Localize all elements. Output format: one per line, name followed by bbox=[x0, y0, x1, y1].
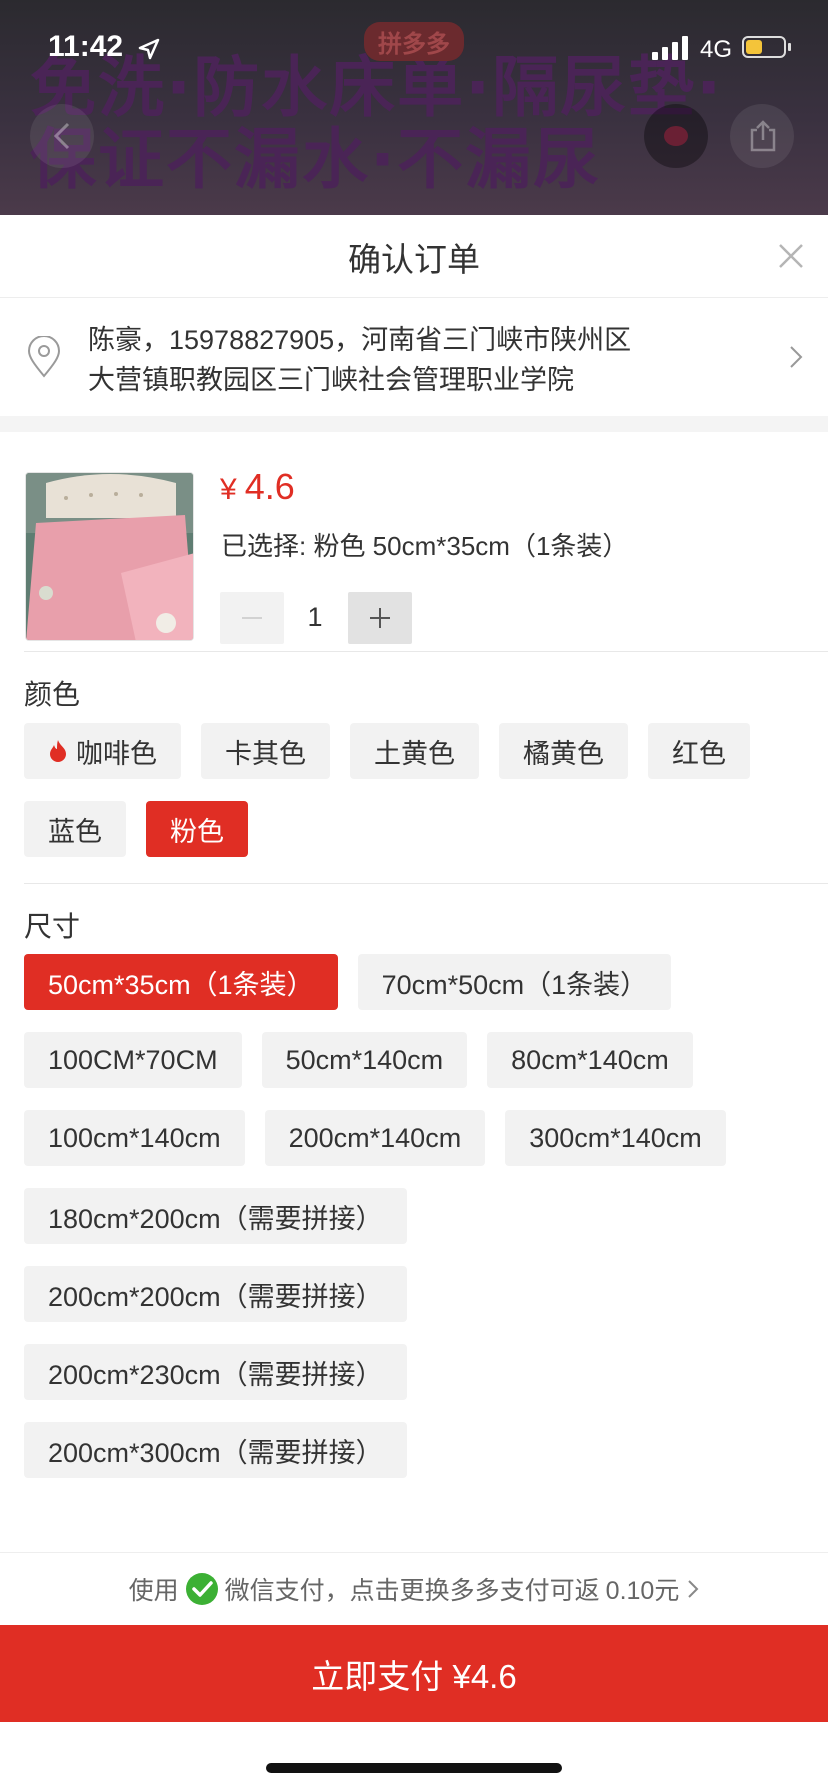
share-button[interactable] bbox=[730, 104, 794, 168]
product-price: ¥4.6 bbox=[220, 466, 295, 508]
selected-spec-label: 已选择: 粉色 50cm*35cm（1条装） bbox=[221, 531, 629, 561]
color-option-selected[interactable]: 粉色 bbox=[146, 801, 248, 857]
payment-hint: 使用 微信支付，点击更换多多支付可返 0.10元 bbox=[0, 1553, 828, 1625]
color-option-label: 咖啡色 bbox=[76, 738, 157, 769]
location-arrow-icon bbox=[138, 38, 160, 60]
battery-icon bbox=[742, 36, 786, 58]
status-time: 11:42 bbox=[48, 30, 124, 63]
size-option[interactable]: 100cm*140cm bbox=[24, 1110, 245, 1166]
shipping-address[interactable]: 陈豪，15978827905，河南省三门峡市陕州区 大营镇职教园区三门峡社会管理… bbox=[0, 298, 828, 416]
color-option[interactable]: 红色 bbox=[648, 723, 750, 779]
size-option[interactable]: 200cm*300cm（需要拼接） bbox=[24, 1422, 407, 1478]
size-option-selected[interactable]: 50cm*35cm（1条装） bbox=[24, 954, 338, 1010]
location-pin-icon bbox=[27, 336, 61, 378]
product-thumbnail bbox=[25, 472, 194, 641]
size-options-row-2: 100CM*70CM 50cm*140cm 80cm*140cm bbox=[24, 1032, 693, 1088]
address-line-1: 陈豪，15978827905，河南省三门峡市陕州区 bbox=[88, 325, 632, 355]
size-option[interactable]: 300cm*140cm bbox=[505, 1110, 726, 1166]
section-separator bbox=[0, 416, 828, 432]
payment-method-text: 微信支付，点击更换多多支付可返 bbox=[224, 1577, 600, 1605]
size-option[interactable]: 50cm*140cm bbox=[261, 1032, 468, 1088]
payment-method-bar[interactable]: 使用 微信支付，点击更换多多支付可返 0.10元 bbox=[0, 1552, 828, 1625]
color-option[interactable]: 咖啡色 bbox=[24, 723, 181, 779]
chat-icon bbox=[664, 126, 688, 146]
color-option[interactable]: 橘黄色 bbox=[499, 723, 628, 779]
share-icon bbox=[750, 120, 776, 152]
divider bbox=[24, 883, 828, 884]
size-options-row-7: 200cm*300cm（需要拼接） bbox=[24, 1422, 407, 1478]
color-option[interactable]: 土黄色 bbox=[350, 723, 479, 779]
size-options-row-5: 200cm*200cm（需要拼接） bbox=[24, 1266, 407, 1322]
home-indicator bbox=[266, 1763, 562, 1773]
payment-rebate: 0.10元 bbox=[605, 1577, 680, 1605]
color-options-row-2: 蓝色 粉色 bbox=[24, 801, 248, 857]
network-type: 4G bbox=[700, 36, 733, 63]
color-section-title: 颜色 bbox=[24, 679, 81, 710]
size-options-row-1: 50cm*35cm（1条装） 70cm*50cm（1条装） bbox=[24, 954, 672, 1010]
brand-badge: 拼多多 bbox=[364, 22, 464, 61]
size-options-row-3: 100cm*140cm 200cm*140cm 300cm*140cm bbox=[24, 1110, 726, 1166]
banner-line-2: 保证不漏水·不漏尿 bbox=[30, 121, 602, 198]
confirm-order-sheet: 确认订单 陈豪，15978827905，河南省三门峡市陕州区 大营镇职教园区三门… bbox=[0, 215, 828, 1792]
sheet-header: 确认订单 bbox=[0, 215, 828, 298]
background-product-page: 免洗·防水床单·隔尿垫· 保证不漏水·不漏尿 拼多多 bbox=[0, 0, 828, 215]
size-section-title: 尺寸 bbox=[24, 911, 81, 942]
size-options-row-6: 200cm*230cm（需要拼接） bbox=[24, 1344, 407, 1400]
size-option[interactable]: 80cm*140cm bbox=[487, 1032, 693, 1088]
currency-symbol: ¥ bbox=[220, 473, 237, 506]
size-option[interactable]: 180cm*200cm（需要拼接） bbox=[24, 1188, 407, 1244]
payment-prefix: 使用 bbox=[128, 1577, 179, 1605]
color-option[interactable]: 卡其色 bbox=[201, 723, 330, 779]
product-summary: ¥4.6 已选择: 粉色 50cm*35cm（1条装） 1 bbox=[0, 432, 828, 667]
color-option[interactable]: 蓝色 bbox=[24, 801, 126, 857]
wechat-pay-icon bbox=[185, 1572, 219, 1606]
battery-level bbox=[746, 40, 762, 54]
size-option[interactable]: 200cm*200cm（需要拼接） bbox=[24, 1266, 407, 1322]
quantity-increase-button[interactable] bbox=[348, 592, 412, 644]
sheet-title: 确认订单 bbox=[348, 241, 480, 278]
divider bbox=[24, 651, 828, 652]
signal-icon bbox=[652, 36, 688, 60]
pay-now-button[interactable]: 立即支付 ¥4.6 bbox=[0, 1625, 828, 1722]
size-option[interactable]: 70cm*50cm（1条装） bbox=[357, 954, 672, 1010]
address-line-2: 大营镇职教园区三门峡社会管理职业学院 bbox=[88, 365, 574, 395]
quantity-value: 1 bbox=[307, 602, 323, 632]
hot-flame-icon bbox=[48, 739, 68, 763]
color-options-row-1: 咖啡色 卡其色 土黄色 橘黄色 红色 bbox=[24, 723, 750, 779]
chevron-right-icon bbox=[687, 1579, 699, 1599]
chevron-right-icon bbox=[790, 346, 803, 368]
close-icon[interactable] bbox=[776, 241, 806, 271]
size-option[interactable]: 200cm*140cm bbox=[264, 1110, 486, 1166]
quantity-decrease-button[interactable] bbox=[220, 592, 284, 644]
price-value: 4.6 bbox=[244, 466, 295, 507]
size-option[interactable]: 100CM*70CM bbox=[24, 1032, 242, 1088]
size-option[interactable]: 200cm*230cm（需要拼接） bbox=[24, 1344, 407, 1400]
back-arrow-icon bbox=[53, 122, 70, 150]
back-button[interactable] bbox=[30, 104, 94, 168]
background-banner: 免洗·防水床单·隔尿垫· 保证不漏水·不漏尿 bbox=[30, 52, 828, 196]
size-options-row-4: 180cm*200cm（需要拼接） bbox=[24, 1188, 407, 1244]
chat-button[interactable] bbox=[644, 104, 708, 168]
battery-tip bbox=[788, 43, 791, 51]
